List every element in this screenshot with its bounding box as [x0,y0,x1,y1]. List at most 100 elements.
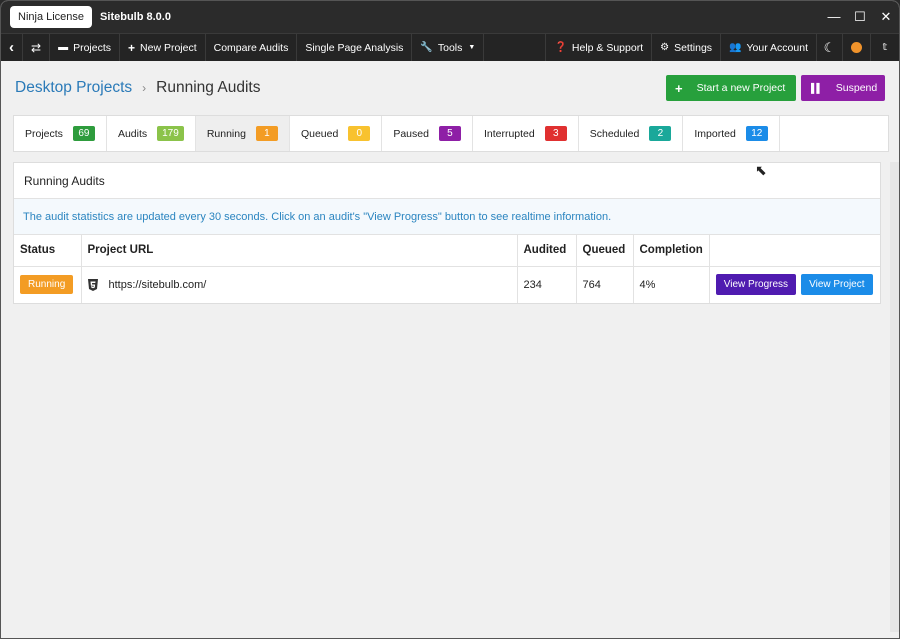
tab-label: Queued [300,127,339,140]
audits-table: Status Project URL Audited Queued Comple… [14,235,880,303]
vertical-scrollbar[interactable] [890,162,899,632]
html5-icon [87,278,98,291]
feedback-button[interactable] [843,34,871,61]
column-header: Queued [576,235,634,267]
tab-running[interactable]: Running 1 [195,116,290,151]
nav-new-project-label: New Project [140,41,197,54]
tab-label: Projects [25,127,63,140]
page-header: Desktop Projects › Running Audits + Star… [15,75,885,101]
minimize-button[interactable]: — [821,1,847,33]
url-cell: https://sitebulb.com/ [81,266,518,303]
table-header-row: Status Project URL Audited Queued Comple… [14,235,880,267]
nav-tools-label: Tools [437,41,463,54]
breadcrumb-desktop-projects[interactable]: Desktop Projects [15,79,132,97]
view-project-button[interactable]: View Project [801,274,873,295]
smiley-icon [851,42,862,53]
page-title: Running Audits [156,79,261,96]
tab-label: Scheduled [589,127,640,140]
tab-interrupted[interactable]: Interrupted 3 [473,116,579,151]
audited-cell: 234 [517,266,577,303]
nav-settings[interactable]: ⚙ Settings [652,34,722,61]
plus-icon: + [675,80,683,96]
nav-settings-label: Settings [674,41,713,54]
project-url: https://sitebulb.com/ [108,278,207,291]
moon-icon: ☾ [823,39,836,55]
nav-help-label: Help & Support [571,41,644,54]
tab-queued[interactable]: Queued 0 [290,116,383,151]
suspend-button[interactable]: ▌▌ Suspend [801,75,885,101]
actions-cell: View Progress View Project [709,266,880,303]
column-header: Completion [633,235,710,267]
nav-projects[interactable]: ▬ Projects [50,34,120,61]
column-header [709,235,880,267]
tab-projects[interactable]: Projects 69 [14,116,107,151]
completion-cell: 4% [633,266,710,303]
wrench-icon: 🔧 [420,42,433,53]
audit-tabs: Projects 69 Audits 179 Running 1 Queued … [13,115,889,152]
panel-title: Running Audits [14,163,880,199]
nav-single-page-analysis[interactable]: Single Page Analysis [297,34,413,61]
swap-button[interactable]: ⇄ [23,34,51,61]
nav-single-page-label: Single Page Analysis [305,41,404,54]
tab-imported[interactable]: Imported 12 [683,116,780,151]
nav-projects-label: Projects [73,41,111,54]
gear-icon: ⚙ [660,42,670,53]
tab-count-badge: 5 [438,126,461,141]
close-button[interactable]: ✕ [873,1,899,33]
license-badge: Ninja License [10,6,93,28]
users-icon: 👥 [729,42,742,53]
maximize-button[interactable]: ☐ [847,1,873,33]
running-audits-panel: Running Audits The audit statistics are … [13,162,881,304]
tab-audits[interactable]: Audits 179 [107,116,196,151]
nav-compare-audits[interactable]: Compare Audits [206,34,298,61]
mouse-cursor-icon: ⬉ [755,162,767,178]
question-icon: ❓ [554,42,567,53]
column-header: Audited [517,235,577,267]
twitter-button[interactable]: 𝕥 [871,34,899,61]
start-new-project-button[interactable]: + Start a new Project [666,75,796,101]
dark-mode-toggle[interactable]: ☾ [817,34,843,61]
pause-icon: ▌▌ [811,83,823,93]
tab-label: Running [206,127,246,140]
column-header: Project URL [81,235,518,267]
tab-count-badge: 179 [157,126,184,141]
tab-count-badge: 69 [72,126,95,141]
view-progress-button[interactable]: View Progress [715,274,797,295]
nav-new-project[interactable]: + New Project [120,34,206,61]
status-badge: Running [20,275,74,294]
breadcrumb-separator-icon: › [142,81,147,95]
tab-label: Paused [393,127,429,140]
swap-icon: ⇄ [31,40,42,55]
main-content: Desktop Projects › Running Audits + Star… [1,62,899,638]
tab-count-badge: 12 [745,126,768,141]
tab-scheduled[interactable]: Scheduled 2 [579,116,684,151]
nav-help-support[interactable]: ❓ Help & Support [546,34,653,61]
tab-label: Audits [117,127,148,140]
tab-paused[interactable]: Paused 5 [382,116,473,151]
nav-your-account[interactable]: 👥 Your Account [721,34,817,61]
tab-count-badge: 0 [348,126,371,141]
start-new-project-label: Start a new Project [696,82,786,94]
back-button[interactable]: ‹ [1,34,23,61]
header-actions: + Start a new Project ▌▌ Suspend [666,75,885,101]
nav-tools[interactable]: 🔧 Tools ▼ [412,34,485,61]
window-controls: — ☐ ✕ [821,1,899,33]
title-bar: Ninja License Sitebulb 8.0.0 — ☐ ✕ [1,1,899,33]
nav-compare-audits-label: Compare Audits [213,41,289,54]
tab-count-badge: 3 [544,126,567,141]
tab-label: Imported [694,127,736,140]
queued-cell: 764 [576,266,634,303]
app-title: Sitebulb 8.0.0 [100,11,171,23]
table-row: Running https://sitebulb.com/ 234 764 4%… [14,266,880,303]
caret-down-icon: ▼ [468,44,476,51]
suspend-label: Suspend [835,82,878,94]
chevron-left-icon: ‹ [9,39,14,56]
tab-label: Interrupted [483,127,535,140]
plus-icon: + [128,40,136,55]
folder-icon: ▬ [58,42,69,53]
tab-count-badge: 1 [255,126,278,141]
app-window: Ninja License Sitebulb 8.0.0 — ☐ ✕ ‹ ⇄ ▬… [0,0,900,639]
nav-account-label: Your Account [746,41,809,54]
status-cell: Running [14,266,82,303]
nav-spacer [484,34,547,61]
